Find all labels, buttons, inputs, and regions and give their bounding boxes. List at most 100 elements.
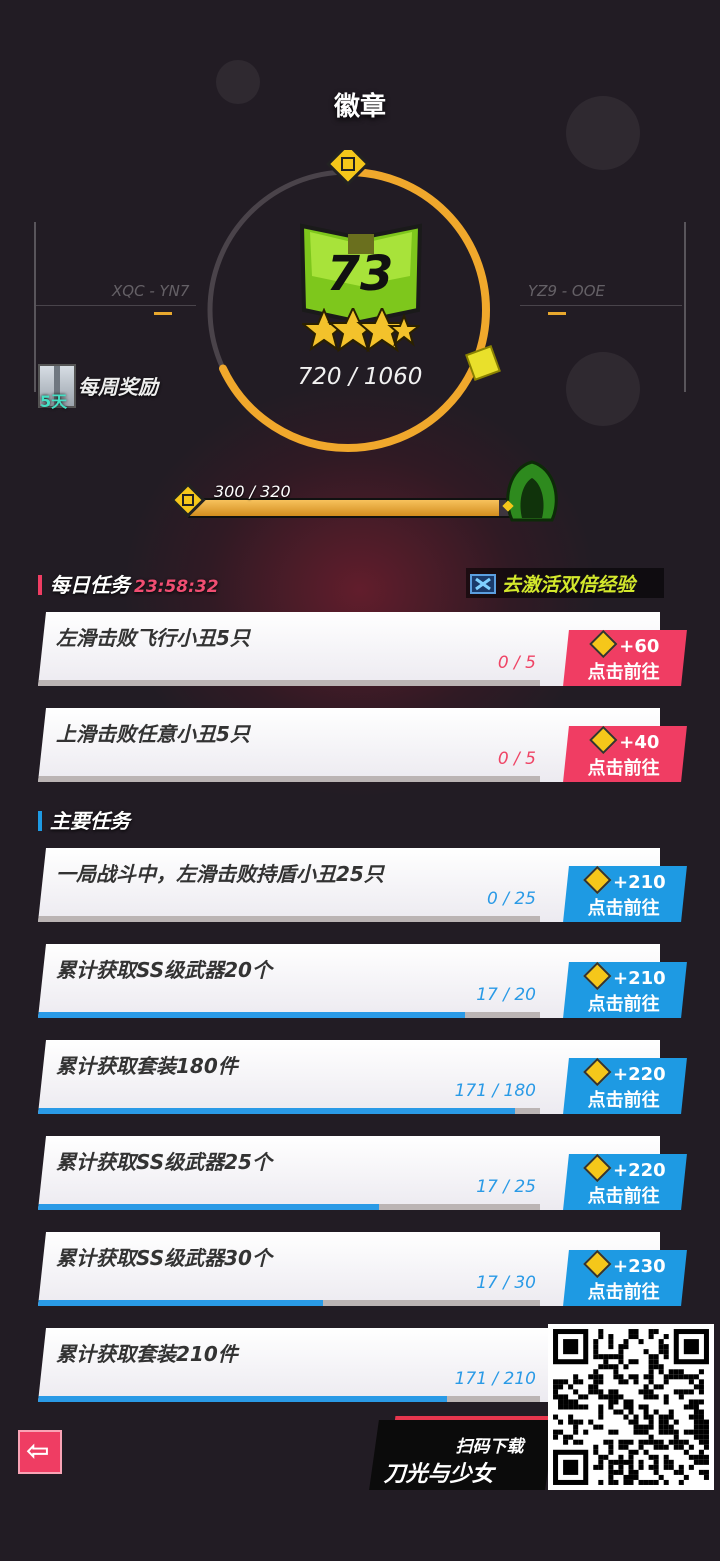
task-reward-amount: +60 bbox=[619, 636, 660, 657]
task-go-label: 点击前往 bbox=[587, 1090, 660, 1111]
task-progress-bar bbox=[38, 1204, 540, 1210]
badge-coin-icon bbox=[589, 725, 618, 755]
task-progress-bar bbox=[38, 916, 540, 922]
ring-top-emblem-icon bbox=[326, 150, 370, 186]
milestone-progress-fill bbox=[190, 500, 500, 516]
weekly-reward-button[interactable]: 5天 每周奖励 bbox=[36, 364, 196, 412]
milestone-progress-text: 300 / 320 bbox=[214, 482, 291, 501]
task-progress-bar bbox=[38, 776, 540, 782]
download-promo-banner: 扫码下载 刀光与少女 bbox=[369, 1420, 555, 1490]
task-go-button[interactable]: +40 点击前往 bbox=[563, 725, 687, 782]
double-exp-button[interactable]: 去激活双倍经验 bbox=[466, 568, 664, 598]
main-task-row: 累计获取SS级武器30个 17 / 30 +230 点击前往 bbox=[38, 1232, 687, 1306]
badge-coin-icon bbox=[589, 629, 618, 659]
task-progress-bar bbox=[38, 1396, 540, 1402]
task-reward-amount: +220 bbox=[612, 1064, 666, 1085]
task-go-button[interactable]: +210 点击前往 bbox=[563, 865, 687, 922]
task-progress-text: 17 / 30 bbox=[476, 1273, 536, 1293]
task-progress-text: 0 / 5 bbox=[497, 749, 536, 769]
daily-tasks-header: 每日任务 23:58:32 bbox=[38, 569, 219, 598]
task-progress-text: 17 / 25 bbox=[476, 1177, 536, 1197]
badge-coin-icon bbox=[582, 961, 612, 991]
task-name: 累计获取套装210件 bbox=[56, 1342, 238, 1366]
task-progress-fill bbox=[38, 1396, 447, 1402]
task-go-button[interactable]: +210 点击前往 bbox=[563, 961, 687, 1018]
main-task-row: 累计获取SS级武器20个 17 / 20 +210 点击前往 bbox=[38, 944, 687, 1018]
task-progress-bar bbox=[38, 1108, 540, 1114]
main-task-row: 累计获取套装180件 171 / 180 +220 点击前往 bbox=[38, 1040, 687, 1114]
task-progress-bar bbox=[38, 1300, 540, 1306]
task-name: 累计获取套装180件 bbox=[56, 1054, 238, 1078]
task-reward-amount: +210 bbox=[612, 872, 666, 893]
badge-coin-icon bbox=[582, 865, 612, 895]
task-progress-fill bbox=[38, 1300, 323, 1306]
task-reward: +210 bbox=[567, 961, 685, 991]
task-reward-amount: +40 bbox=[619, 732, 660, 753]
task-progress-fill bbox=[38, 1204, 380, 1210]
daily-header-bar bbox=[38, 575, 42, 595]
daily-task-row: 左滑击败飞行小丑5只 0 / 5 +60 点击前往 bbox=[38, 612, 687, 686]
back-button[interactable]: ⇦ bbox=[18, 1430, 62, 1474]
task-name: 累计获取SS级武器30个 bbox=[56, 1246, 272, 1270]
weekly-reward-label: 每周奖励 bbox=[78, 375, 158, 399]
task-name: 累计获取SS级武器20个 bbox=[56, 958, 272, 982]
weekly-reward-days: 5天 bbox=[40, 392, 68, 411]
side-dash-left bbox=[154, 312, 172, 315]
side-dash-right bbox=[548, 312, 566, 315]
task-go-label: 点击前往 bbox=[587, 758, 660, 779]
side-code-left: XQC - YN7 bbox=[112, 282, 190, 300]
task-reward: +230 bbox=[567, 1249, 685, 1279]
task-go-label: 点击前往 bbox=[587, 662, 660, 683]
daily-timer: 23:58:32 bbox=[134, 577, 219, 597]
main-tasks-header: 主要任务 bbox=[38, 805, 130, 834]
page-title: 徽章 bbox=[333, 92, 386, 122]
task-go-label: 点击前往 bbox=[587, 898, 660, 919]
side-line-right bbox=[520, 305, 682, 306]
task-progress-bar bbox=[38, 1012, 540, 1018]
task-reward: +60 bbox=[567, 629, 685, 659]
main-tasks-title: 主要任务 bbox=[50, 809, 130, 833]
task-go-label: 点击前往 bbox=[587, 1282, 660, 1303]
task-go-button[interactable]: +220 点击前往 bbox=[563, 1057, 687, 1114]
task-reward: +210 bbox=[567, 865, 685, 895]
main-task-row: 一局战斗中，左滑击败持盾小丑25只 0 / 25 +210 点击前往 bbox=[38, 848, 687, 922]
main-task-row: 累计获取SS级武器25个 17 / 25 +220 点击前往 bbox=[38, 1136, 687, 1210]
side-line-left bbox=[36, 305, 196, 306]
milestone-progress: 300 / 320 bbox=[168, 460, 568, 528]
task-progress-text: 171 / 210 bbox=[454, 1369, 536, 1389]
task-progress-text: 17 / 20 bbox=[476, 985, 536, 1005]
double-exp-book-icon bbox=[470, 574, 496, 594]
task-name: 累计获取SS级武器25个 bbox=[56, 1150, 272, 1174]
badge-emblem bbox=[300, 223, 422, 320]
promo-scan-text: 扫码下载 bbox=[455, 1437, 524, 1457]
task-go-button[interactable]: +230 点击前往 bbox=[563, 1249, 687, 1306]
badge-coin-icon bbox=[582, 1057, 612, 1087]
task-progress-text: 171 / 180 bbox=[454, 1081, 536, 1101]
task-reward: +220 bbox=[567, 1057, 685, 1087]
daily-tasks-title: 每日任务 bbox=[50, 573, 130, 597]
task-name: 上滑击败任意小丑5只 bbox=[56, 722, 250, 746]
badge-coin-icon bbox=[582, 1249, 612, 1279]
daily-task-row: 上滑击败任意小丑5只 0 / 5 +40 点击前往 bbox=[38, 708, 687, 782]
badge-stars bbox=[302, 308, 420, 353]
task-go-label: 点击前往 bbox=[587, 1186, 660, 1207]
task-go-label: 点击前往 bbox=[587, 994, 660, 1015]
task-go-button[interactable]: +220 点击前往 bbox=[563, 1153, 687, 1210]
milestone-progress-track bbox=[188, 498, 522, 518]
task-progress-text: 0 / 5 bbox=[497, 653, 536, 673]
task-go-button[interactable]: +60 点击前往 bbox=[563, 629, 687, 686]
qr-code bbox=[548, 1324, 714, 1490]
double-exp-label: 去激活双倍经验 bbox=[502, 574, 636, 596]
task-name: 一局战斗中，左滑击败持盾小丑25只 bbox=[56, 862, 384, 886]
arrow-left-icon: ⇦ bbox=[26, 1434, 50, 1467]
main-header-bar bbox=[38, 811, 42, 831]
badge-coin-icon bbox=[582, 1153, 612, 1183]
side-code-right: YZ9 - OOE bbox=[528, 282, 606, 300]
badge-coin-icon bbox=[170, 482, 206, 518]
task-progress-fill bbox=[38, 1012, 465, 1018]
task-progress-text: 0 / 25 bbox=[487, 889, 536, 909]
promo-game-name: 刀光与少女 bbox=[383, 1462, 494, 1487]
task-reward-amount: +220 bbox=[612, 1160, 666, 1181]
task-reward-amount: +230 bbox=[612, 1256, 666, 1277]
milestone-reward-hood-icon[interactable] bbox=[498, 458, 566, 526]
